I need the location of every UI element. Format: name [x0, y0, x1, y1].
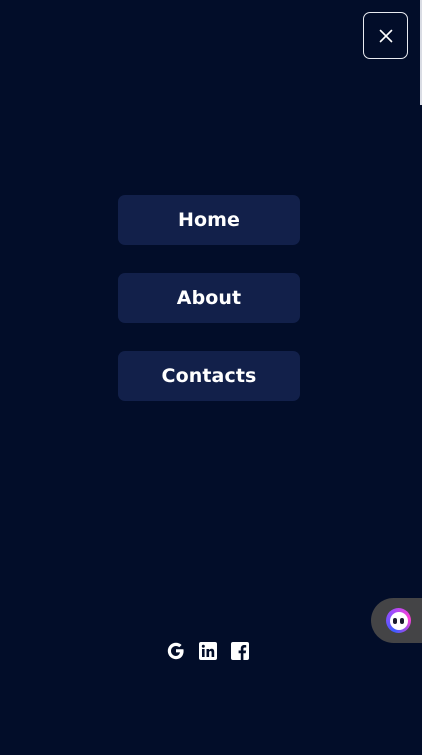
linkedin-link[interactable]	[198, 641, 218, 661]
linkedin-icon	[199, 642, 217, 660]
facebook-link[interactable]	[230, 641, 250, 661]
nav-item-home[interactable]: Home	[118, 195, 300, 245]
nav-item-label: About	[176, 287, 242, 309]
mobile-menu-overlay: Home About Contacts	[0, 0, 422, 755]
nav-item-contacts[interactable]: Contacts	[118, 351, 300, 401]
social-links	[166, 641, 251, 661]
close-menu-button[interactable]	[363, 12, 408, 59]
main-nav: Home About Contacts	[118, 195, 300, 401]
facebook-icon	[231, 642, 249, 660]
assistant-avatar-icon	[386, 608, 411, 633]
nav-item-about[interactable]: About	[118, 273, 300, 323]
nav-item-label: Contacts	[161, 365, 257, 387]
google-link[interactable]	[166, 641, 186, 661]
assistant-widget-button[interactable]	[371, 598, 422, 643]
close-icon	[379, 29, 392, 42]
nav-item-label: Home	[177, 209, 241, 231]
google-icon	[167, 642, 184, 660]
